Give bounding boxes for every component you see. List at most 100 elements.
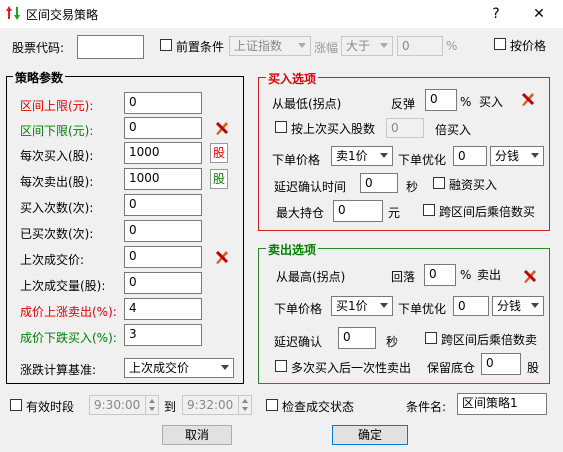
times-input[interactable]: 0 — [386, 118, 424, 138]
compare-select[interactable]: 大于 — [341, 36, 393, 56]
multi-buy-sell-checkbox[interactable] — [275, 360, 287, 372]
check-status-checkbox[interactable] — [266, 399, 278, 411]
chevron-down-icon — [380, 153, 388, 158]
strategy-field-input[interactable]: 1000 — [124, 142, 202, 164]
buy-optimize-input[interactable]: 0 — [453, 146, 487, 166]
sell-from-high-label: 从最高(拐点) — [276, 270, 346, 284]
spin-down-icon — [149, 407, 155, 411]
buy-cross-checkbox[interactable] — [423, 204, 435, 216]
buy-order-price-value: 卖1价 — [336, 149, 368, 163]
start-time-spinner[interactable] — [145, 396, 158, 414]
chevron-down-icon — [380, 43, 388, 48]
stock-code-input[interactable] — [77, 35, 144, 59]
change-label: 涨幅 — [314, 41, 339, 55]
sell-delay-input[interactable]: 0 — [338, 327, 376, 349]
sell-options-title: 卖出选项 — [266, 241, 319, 258]
close-button[interactable]: ✕ — [524, 4, 554, 24]
pre-condition-checkbox[interactable] — [160, 39, 172, 51]
by-last-qty-checkbox[interactable] — [275, 121, 287, 133]
sell-delay-label: 延迟确认 — [274, 335, 323, 349]
buy-delay-input[interactable]: 0 — [360, 173, 398, 193]
yuan-label: 元 — [388, 206, 401, 220]
pullback-label: 回落 — [391, 270, 416, 284]
chevron-down-icon — [380, 303, 388, 308]
by-price-label: 按价格 — [510, 39, 547, 53]
stock-code-label: 股票代码: — [12, 41, 65, 55]
sell-order-price-label: 下单价格 — [274, 302, 323, 316]
max-position-input[interactable]: 0 — [333, 200, 383, 222]
strategy-field-input[interactable]: 0 — [124, 92, 202, 114]
buy-percent-label: % — [460, 95, 472, 109]
by-last-qty-label: 按上次买入股数 — [291, 122, 376, 136]
buy-options-title: 买入选项 — [266, 70, 319, 87]
buy-rebound-input[interactable]: 0 — [425, 89, 457, 111]
buy-label: 买入 — [479, 95, 504, 109]
buy-rebound-label: 反弹 — [391, 97, 416, 111]
help-button[interactable]: ? — [484, 4, 508, 24]
strategy-field-input[interactable]: 0 — [124, 246, 202, 268]
share-unit-tag[interactable]: 股 — [210, 169, 228, 189]
condition-name-input[interactable]: 区间策略1 — [457, 393, 547, 415]
keep-base-input[interactable]: 0 — [481, 353, 521, 375]
sell-optimize-input[interactable]: 0 — [453, 296, 489, 316]
strategy-field-input[interactable]: 4 — [124, 298, 202, 320]
chevron-down-icon — [221, 365, 229, 370]
chevron-down-icon — [531, 303, 539, 308]
buy-optimize-label: 下单优化 — [398, 153, 447, 167]
margin-buy-checkbox[interactable] — [433, 177, 445, 189]
strategy-field-label: 成价下跌买入(%): — [20, 331, 117, 345]
start-time-input[interactable]: 9:30:00 — [89, 395, 159, 415]
sell-cross-label: 跨区间后乘倍数卖 — [441, 333, 538, 347]
confirm-button[interactable]: 确定 — [332, 425, 408, 445]
clear-field-icon[interactable] — [214, 249, 230, 265]
strategy-field-label: 区间上限(元): — [20, 99, 94, 113]
strategy-field-label: 每次卖出(股): — [20, 175, 94, 189]
index-select[interactable]: 上证指数 — [229, 36, 311, 56]
strategy-field-input[interactable]: 1000 — [124, 168, 202, 190]
buy-unit-value: 分钱 — [495, 149, 520, 163]
strategy-field-label: 成价上涨卖出(%): — [20, 305, 117, 319]
strategy-field-input[interactable]: 0 — [124, 272, 202, 294]
app-arrows-icon — [6, 6, 20, 20]
sell-unit-select[interactable]: 分钱 — [492, 296, 544, 316]
end-time-input[interactable]: 9:32:00 — [182, 395, 252, 415]
window-title: 区间交易策略 — [26, 8, 99, 22]
sell-cross-checkbox[interactable] — [425, 332, 437, 344]
sell-label: 卖出 — [477, 268, 502, 282]
spin-up-icon — [149, 399, 155, 403]
by-price-checkbox[interactable] — [494, 38, 506, 50]
valid-period-checkbox[interactable] — [10, 399, 22, 411]
buy-order-price-select[interactable]: 卖1价 — [331, 146, 393, 166]
spin-up-icon — [242, 399, 248, 403]
buy-order-price-label: 下单价格 — [272, 153, 321, 167]
basis-select-value: 上次成交价 — [129, 361, 190, 375]
clear-sell-icon[interactable] — [522, 268, 538, 284]
share-label: 股 — [527, 361, 540, 375]
buy-sec-label: 秒 — [406, 180, 419, 194]
basis-select[interactable]: 上次成交价 — [124, 358, 234, 378]
sell-order-price-select[interactable]: 买1价 — [331, 296, 393, 316]
multi-buy-sell-label: 多次买入后一次性卖出 — [291, 361, 412, 375]
percent-label: % — [446, 39, 458, 53]
strategy-field-input[interactable]: 0 — [124, 194, 202, 216]
sell-percent-label: % — [460, 268, 472, 282]
strategy-field-input[interactable]: 0 — [124, 117, 202, 139]
share-unit-tag[interactable]: 股 — [210, 143, 228, 163]
margin-buy-label: 融资买入 — [449, 178, 498, 192]
pullback-input[interactable]: 0 — [424, 264, 456, 286]
times-label: 倍买入 — [435, 123, 472, 137]
strategy-field-label: 上次成交价: — [20, 253, 85, 267]
index-select-value: 上证指数 — [234, 39, 283, 53]
clear-field-icon[interactable] — [214, 120, 230, 136]
compare-value-input[interactable]: 0 — [397, 36, 443, 56]
strategy-field-label: 每次买入(股): — [20, 149, 94, 163]
sell-unit-value: 分钱 — [497, 299, 522, 313]
clear-buy-icon[interactable] — [520, 91, 536, 107]
strategy-field-input[interactable]: 3 — [124, 324, 202, 346]
end-time-spinner[interactable] — [238, 396, 251, 414]
buy-unit-select[interactable]: 分钱 — [490, 146, 544, 166]
strategy-field-input[interactable]: 0 — [124, 220, 202, 242]
strategy-field-label: 买入次数(次): — [20, 201, 94, 215]
chevron-down-icon — [531, 153, 539, 158]
cancel-button[interactable]: 取消 — [162, 425, 232, 445]
